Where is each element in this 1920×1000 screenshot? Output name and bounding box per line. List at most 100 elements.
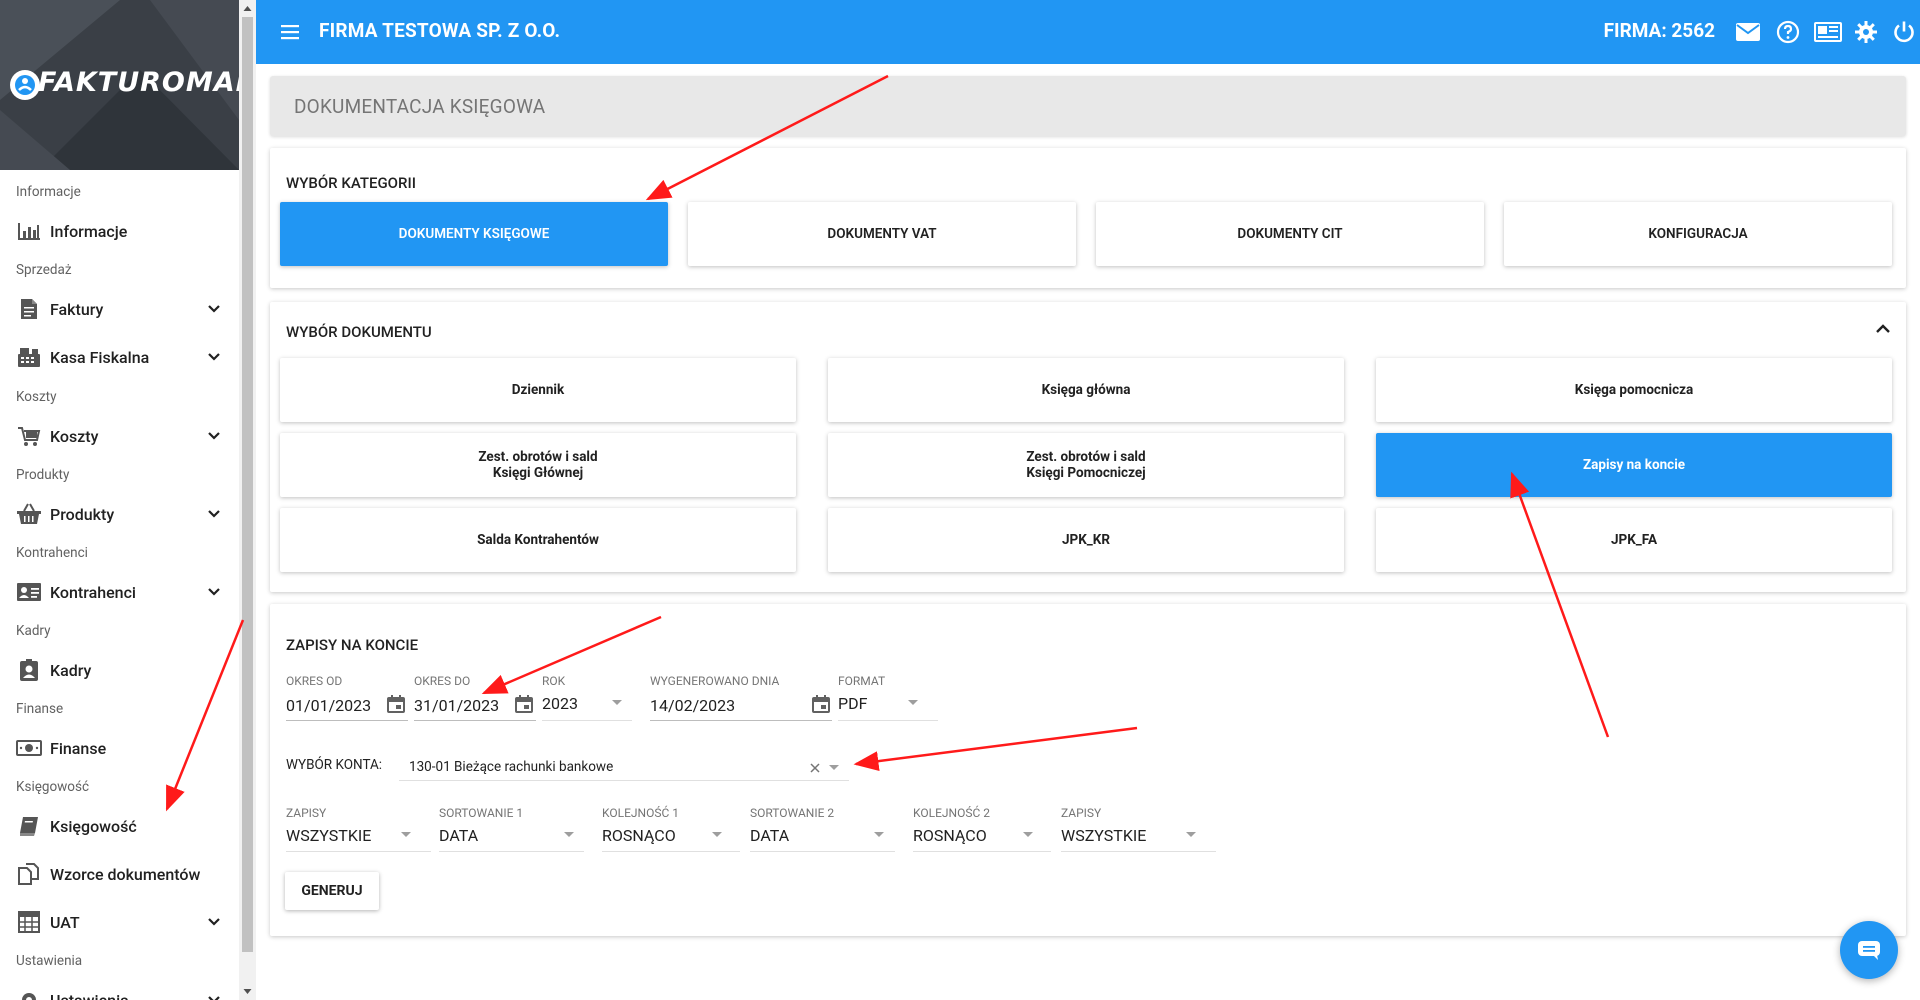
category-tile-dokumenty-cit[interactable]: DOKUMENTY CIT <box>1096 202 1484 266</box>
mail-icon[interactable] <box>1734 18 1762 46</box>
sidebar-item-uat[interactable]: UAT <box>16 907 226 937</box>
document-tile-zest-ksiegi-pomocniczej[interactable]: Zest. obrotów i sald Księgi Pomocniczej <box>828 433 1344 497</box>
kolejnosc1-select[interactable]: ROSNĄCO <box>602 826 676 845</box>
gear-icon <box>16 989 42 1000</box>
sidebar-section-ksiegowosc: Księgowość <box>16 779 90 795</box>
book-icon <box>16 815 42 837</box>
document-icon <box>16 298 42 320</box>
sidebar-scrollbar[interactable] <box>239 0 256 1000</box>
sidebar-item-label: Księgowość <box>50 816 137 836</box>
calculator-icon <box>16 911 42 933</box>
sidebar-item-label: Informacje <box>50 221 128 241</box>
zapisy-select[interactable]: WSZYSTKIE <box>286 826 371 845</box>
logo-mark-icon <box>10 70 40 100</box>
document-tile-ksiega-glowna[interactable]: Księga główna <box>828 358 1344 422</box>
kolejnosc2-underline <box>913 851 1051 852</box>
bar-chart-icon <box>16 220 42 242</box>
sidebar-item-faktury[interactable]: Faktury <box>16 294 226 324</box>
kolejnosc2-dropdown-arrow-icon[interactable] <box>1023 832 1033 837</box>
sidebar-section-produkty: Produkty <box>16 467 70 483</box>
document-tile-ksiega-pomocnicza[interactable]: Księga pomocnicza <box>1376 358 1892 422</box>
scroll-up-arrow-icon[interactable] <box>243 4 252 13</box>
sidebar-item-label: Kontrahenci <box>50 582 137 602</box>
sidebar-item-kadry[interactable]: Kadry <box>16 655 226 685</box>
main-content: DOKUMENTACJA KSIĘGOWA WYBÓR KATEGORII DO… <box>256 64 1920 1000</box>
okres-od-input[interactable]: 01/01/2023 <box>286 696 371 715</box>
sortowanie2-select[interactable]: DATA <box>750 826 789 845</box>
document-tile-dziennik[interactable]: Dziennik <box>280 358 796 422</box>
cart-icon <box>16 425 42 447</box>
rok-dropdown-arrow-icon[interactable] <box>612 700 622 705</box>
sidebar-item-produkty[interactable]: Produkty <box>16 499 226 529</box>
kolejnosc1-dropdown-arrow-icon[interactable] <box>712 832 722 837</box>
calendar-icon[interactable] <box>386 694 406 714</box>
sortowanie2-dropdown-arrow-icon[interactable] <box>874 832 884 837</box>
konto-select[interactable]: 130-01 Bieżące rachunki bankowe <box>409 759 613 775</box>
chat-button[interactable] <box>1840 921 1898 979</box>
help-icon[interactable] <box>1774 18 1802 46</box>
sidebar-item-wzorce-dokumentow[interactable]: Wzorce dokumentów <box>16 859 226 889</box>
category-tile-dokumenty-vat[interactable]: DOKUMENTY VAT <box>688 202 1076 266</box>
calendar-icon[interactable] <box>811 694 831 714</box>
sidebar-section-kontrahenci: Kontrahenci <box>16 545 88 561</box>
format-select[interactable]: PDF <box>838 694 867 713</box>
generate-button[interactable]: GENERUJ <box>285 872 379 910</box>
sortowanie1-label: SORTOWANIE 1 <box>439 806 524 820</box>
scroll-down-arrow-icon[interactable] <box>243 987 252 996</box>
chevron-up-icon[interactable] <box>1874 320 1892 338</box>
page-header: DOKUMENTACJA KSIĘGOWA <box>270 76 1906 136</box>
okres-do-input[interactable]: 31/01/2023 <box>414 696 499 715</box>
document-tile-jpk-fa[interactable]: JPK_FA <box>1376 508 1892 572</box>
sidebar-item-label: Kasa Fiskalna <box>50 347 150 367</box>
format-dropdown-arrow-icon[interactable] <box>908 700 918 705</box>
kolejnosc2-select[interactable]: ROSNĄCO <box>913 826 987 845</box>
sidebar-item-kontrahenci[interactable]: Kontrahenci <box>16 577 226 607</box>
document-tile-salda-kontrahentow[interactable]: Salda Kontrahentów <box>280 508 796 572</box>
category-tile-dokumenty-ksiegowe[interactable]: DOKUMENTY KSIĘGOWE <box>280 202 668 266</box>
sortowanie1-dropdown-arrow-icon[interactable] <box>564 832 574 837</box>
kolejnosc1-label: KOLEJNOŚĆ 1 <box>602 806 679 820</box>
zapisy2-dropdown-arrow-icon[interactable] <box>1186 832 1196 837</box>
chevron-down-icon <box>208 588 220 596</box>
sidebar-item-ksiegowosc[interactable]: Księgowość <box>16 811 226 841</box>
kolejnosc2-label: KOLEJNOŚĆ 2 <box>913 806 990 820</box>
konto-underline <box>399 780 849 781</box>
scrollbar-thumb[interactable] <box>242 17 253 952</box>
chevron-down-icon <box>208 305 220 313</box>
clear-icon[interactable] <box>809 762 821 774</box>
kolejnosc1-underline <box>602 851 740 852</box>
konto-dropdown-arrow-icon[interactable] <box>829 765 839 770</box>
category-tile-konfiguracja[interactable]: KONFIGURACJA <box>1504 202 1892 266</box>
sortowanie2-underline <box>750 851 895 852</box>
logo-text: FAKTUROMANIA <box>38 67 239 98</box>
money-icon <box>16 737 42 759</box>
zapisy-dropdown-arrow-icon[interactable] <box>401 832 411 837</box>
wygenerowano-input[interactable]: 14/02/2023 <box>650 696 735 715</box>
sidebar-item-informacje[interactable]: Informacje <box>16 216 226 246</box>
sidebar-section-finanse: Finanse <box>16 701 64 717</box>
hamburger-menu-icon[interactable] <box>278 20 302 44</box>
sidebar-item-kasa-fiskalna[interactable]: Kasa Fiskalna <box>16 342 226 372</box>
okres-do-label: OKRES DO <box>414 674 471 688</box>
calendar-icon[interactable] <box>514 694 534 714</box>
power-icon[interactable] <box>1890 18 1918 46</box>
sidebar-section-ustawienia: Ustawienia <box>16 953 83 969</box>
category-card: WYBÓR KATEGORII DOKUMENTY KSIĘGOWE DOKUM… <box>270 148 1906 288</box>
document-tile-zapisy-na-koncie[interactable]: Zapisy na koncie <box>1376 433 1892 497</box>
wygenerowano-label: WYGENEROWANO DNIA <box>650 674 780 688</box>
sidebar-item-ustawienia[interactable]: Ustawienia <box>16 985 226 1000</box>
sortowanie1-select[interactable]: DATA <box>439 826 478 845</box>
document-card-title: WYBÓR DOKUMENTU <box>286 323 432 341</box>
document-tile-zest-ksiegi-glownej[interactable]: Zest. obrotów i sald Księgi Głównej <box>280 433 796 497</box>
format-underline <box>838 720 938 721</box>
rok-select[interactable]: 2023 <box>542 694 578 713</box>
document-tile-jpk-kr[interactable]: JPK_KR <box>828 508 1344 572</box>
sidebar-item-koszty[interactable]: Koszty <box>16 421 226 451</box>
sidebar: FAKTUROMANIA Informacje Informacje Sprze… <box>0 0 239 1000</box>
firma-number: FIRMA: 2562 <box>1603 19 1715 42</box>
news-icon[interactable] <box>1814 18 1842 46</box>
sidebar-item-finanse[interactable]: Finanse <box>16 733 226 763</box>
zapisy2-select[interactable]: WSZYSTKIE <box>1061 826 1146 845</box>
wybor-konta-label: WYBÓR KONTA: <box>286 757 383 773</box>
gear-icon[interactable] <box>1852 18 1880 46</box>
